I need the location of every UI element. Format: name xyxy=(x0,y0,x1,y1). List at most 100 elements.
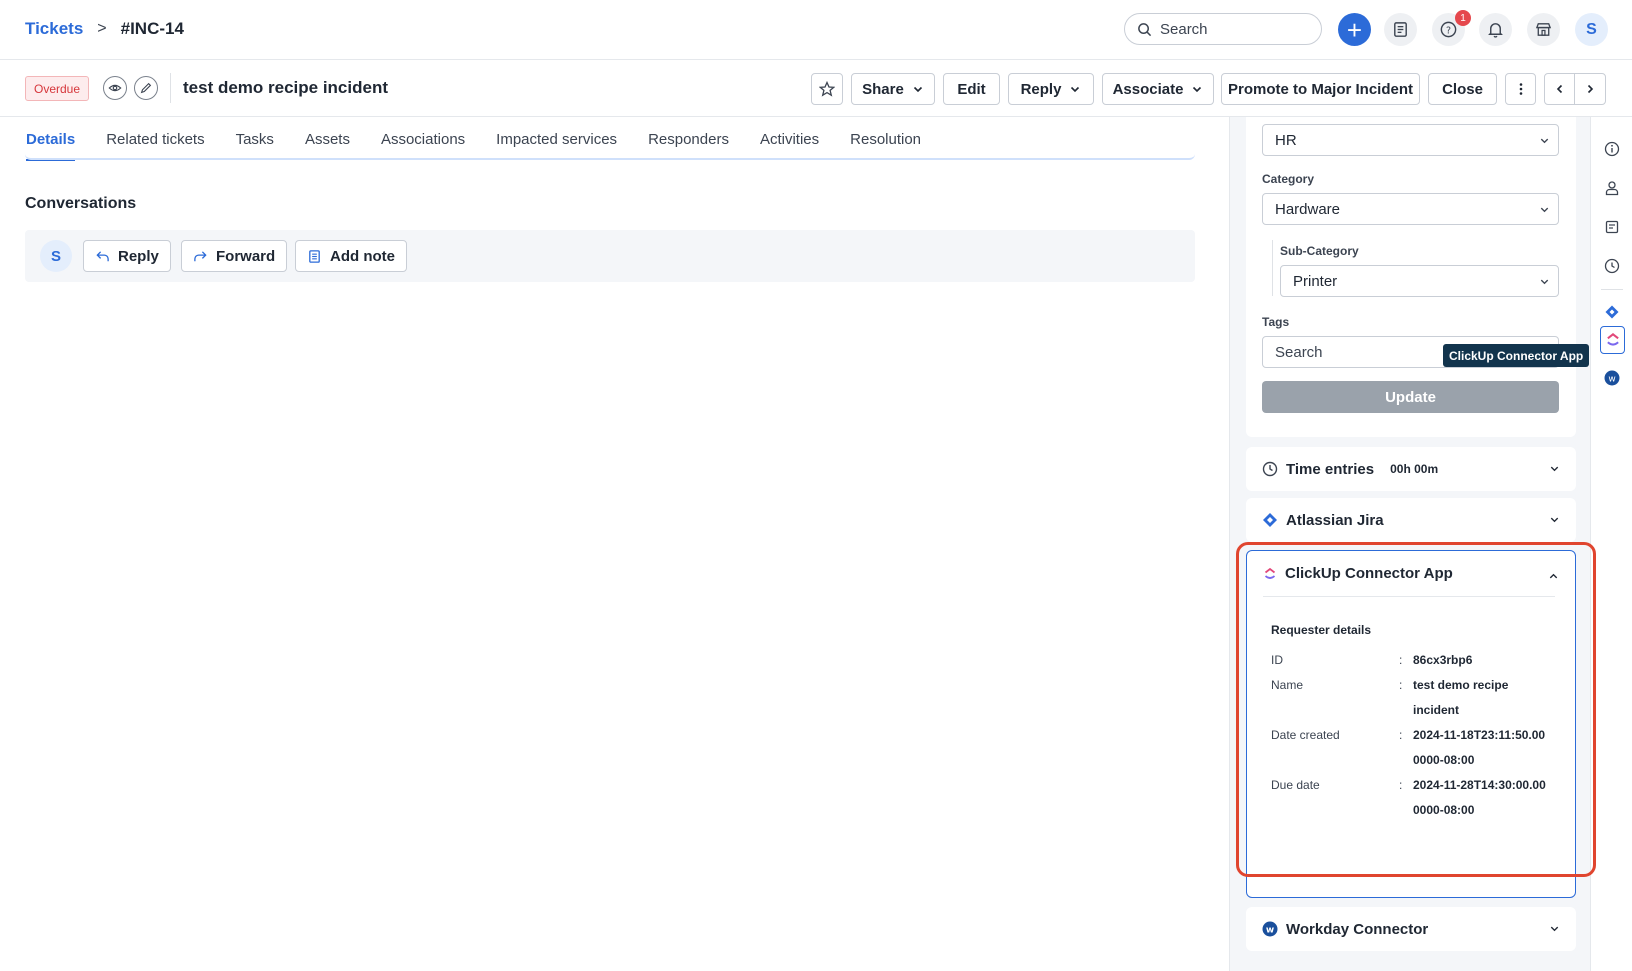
time-entries-accordion[interactable]: Time entries 00h 00m xyxy=(1246,447,1576,491)
share-label: Share xyxy=(862,80,904,98)
breadcrumb-tickets-link[interactable]: Tickets xyxy=(25,19,83,39)
svg-text:w: w xyxy=(1266,926,1274,936)
info-rail-button[interactable] xyxy=(1601,138,1623,160)
jira-rail-button[interactable] xyxy=(1601,301,1623,323)
category-value: Hardware xyxy=(1275,200,1341,218)
app-sidebar-rail: w xyxy=(1590,117,1632,971)
subcategory-select[interactable]: Printer xyxy=(1280,265,1559,297)
workday-icon: w xyxy=(1604,370,1620,386)
reply-icon xyxy=(96,250,109,261)
clickup-divider xyxy=(1263,596,1555,597)
more-actions-button[interactable] xyxy=(1505,73,1536,105)
favorite-button[interactable] xyxy=(811,73,843,105)
jira-icon xyxy=(1263,513,1277,527)
jira-label: Atlassian Jira xyxy=(1286,511,1384,529)
detail-separator: : xyxy=(1399,653,1403,667)
agent-avatar: S xyxy=(40,240,72,272)
overdue-badge: Overdue xyxy=(25,76,90,101)
chevron-down-icon xyxy=(1540,207,1549,213)
next-ticket-button[interactable] xyxy=(1575,74,1605,104)
watch-button[interactable] xyxy=(103,76,127,100)
user-avatar[interactable]: S xyxy=(1575,13,1608,46)
new-button[interactable]: + xyxy=(1338,13,1371,46)
breadcrumb-separator: > xyxy=(97,20,107,37)
forward-icon xyxy=(194,250,207,261)
atlassian-jira-accordion[interactable]: Atlassian Jira xyxy=(1246,498,1576,542)
close-label: Close xyxy=(1442,80,1483,98)
properties-panel: HR Category Hardware Sub-Category Printe… xyxy=(1229,117,1590,971)
contact-rail-button[interactable] xyxy=(1601,177,1623,199)
detail-key: Name xyxy=(1271,678,1304,692)
notes-rail-button[interactable] xyxy=(1601,216,1623,238)
clickup-logo-icon xyxy=(1606,332,1619,346)
detail-separator: : xyxy=(1399,778,1403,792)
clock-icon xyxy=(1262,461,1278,477)
pencil-icon xyxy=(140,82,152,94)
add-note-label: Add note xyxy=(330,247,395,265)
chevron-up-icon[interactable] xyxy=(1548,571,1559,582)
detail-value: 2024-11-18T23:11:50.000000-08:00 xyxy=(1413,728,1546,767)
detail-key: Date created xyxy=(1271,728,1340,742)
promote-label: Promote to Major Incident xyxy=(1227,80,1413,98)
department-select[interactable]: HR xyxy=(1262,124,1559,156)
associate-label: Associate xyxy=(1112,80,1184,98)
bell-icon xyxy=(1488,23,1503,38)
subcategory-value: Printer xyxy=(1293,272,1338,290)
global-search-input[interactable]: Search xyxy=(1124,13,1322,45)
reply-button[interactable]: Reply xyxy=(1008,73,1094,105)
workday-connector-accordion[interactable]: w Workday Connector xyxy=(1246,907,1576,951)
store-icon xyxy=(1535,23,1552,36)
ticket-list-button[interactable] xyxy=(1384,13,1417,46)
star-icon xyxy=(819,81,835,97)
marketplace-button[interactable] xyxy=(1527,13,1560,46)
svg-text:?: ? xyxy=(1446,25,1451,36)
update-button[interactable]: Update xyxy=(1262,381,1559,413)
chevron-down-icon xyxy=(1550,517,1559,523)
tags-placeholder: Search xyxy=(1275,343,1323,361)
workday-label: Workday Connector xyxy=(1286,920,1429,938)
info-icon xyxy=(1604,141,1620,157)
notifications-button[interactable] xyxy=(1479,13,1512,46)
requester-details: Requester details ID : 86cx3rbp6 Name : … xyxy=(1271,623,1561,823)
detail-value: 86cx3rbp6 xyxy=(1413,653,1473,667)
conversation-forward-button[interactable]: Forward xyxy=(181,240,288,272)
time-entries-value: 00h 00m xyxy=(1390,462,1439,476)
clickup-rail-button[interactable] xyxy=(1600,326,1625,354)
associate-button[interactable]: Associate xyxy=(1102,73,1214,105)
conversation-reply-button[interactable]: Reply xyxy=(83,240,171,272)
clickup-header[interactable]: ClickUp Connector App xyxy=(1263,565,1453,582)
edit-title-button[interactable] xyxy=(134,76,158,100)
edit-label: Edit xyxy=(957,80,986,98)
detail-value: 2024-11-28T14:30:00.000000-08:00 xyxy=(1413,778,1546,817)
description-card-edge xyxy=(25,154,1195,160)
detail-row-due-date: Due date : 2024-11-28T14:30:00.000000-08… xyxy=(1271,773,1561,823)
properties-card: HR Category Hardware Sub-Category Printe… xyxy=(1246,117,1576,437)
workday-rail-button[interactable]: w xyxy=(1601,367,1623,389)
svg-text:w: w xyxy=(1608,375,1615,385)
help-icon: ? xyxy=(1440,21,1457,38)
time-rail-button[interactable] xyxy=(1601,255,1623,277)
close-ticket-button[interactable]: Close xyxy=(1428,73,1497,105)
category-select[interactable]: Hardware xyxy=(1262,193,1559,225)
requester-details-heading: Requester details xyxy=(1271,623,1372,637)
share-button[interactable]: Share xyxy=(851,73,935,105)
chevron-down-icon xyxy=(1193,86,1202,93)
breadcrumb-current: #INC-14 xyxy=(120,19,184,38)
detail-row-id: ID : 86cx3rbp6 xyxy=(1271,648,1561,673)
category-label: Category xyxy=(1262,172,1315,186)
promote-major-incident-button[interactable]: Promote to Major Incident xyxy=(1221,73,1420,105)
chevron-down-icon xyxy=(1550,926,1559,932)
department-value: HR xyxy=(1275,131,1297,149)
detail-row-date-created: Date created : 2024-11-18T23:11:50.00000… xyxy=(1271,723,1561,773)
conversation-actions-bar: S Reply Forward Add note xyxy=(25,230,1195,282)
chevron-right-icon xyxy=(1587,84,1594,94)
edit-button[interactable]: Edit xyxy=(943,73,1000,105)
tags-label: Tags xyxy=(1262,315,1290,329)
detail-separator: : xyxy=(1399,728,1403,742)
previous-ticket-button[interactable] xyxy=(1545,74,1575,104)
reply-label: Reply xyxy=(1020,80,1062,98)
add-note-button[interactable]: Add note xyxy=(295,240,407,272)
reply-label: Reply xyxy=(118,247,159,265)
clickup-tooltip: ClickUp Connector App xyxy=(1443,344,1590,367)
chevron-down-icon xyxy=(1540,138,1549,144)
